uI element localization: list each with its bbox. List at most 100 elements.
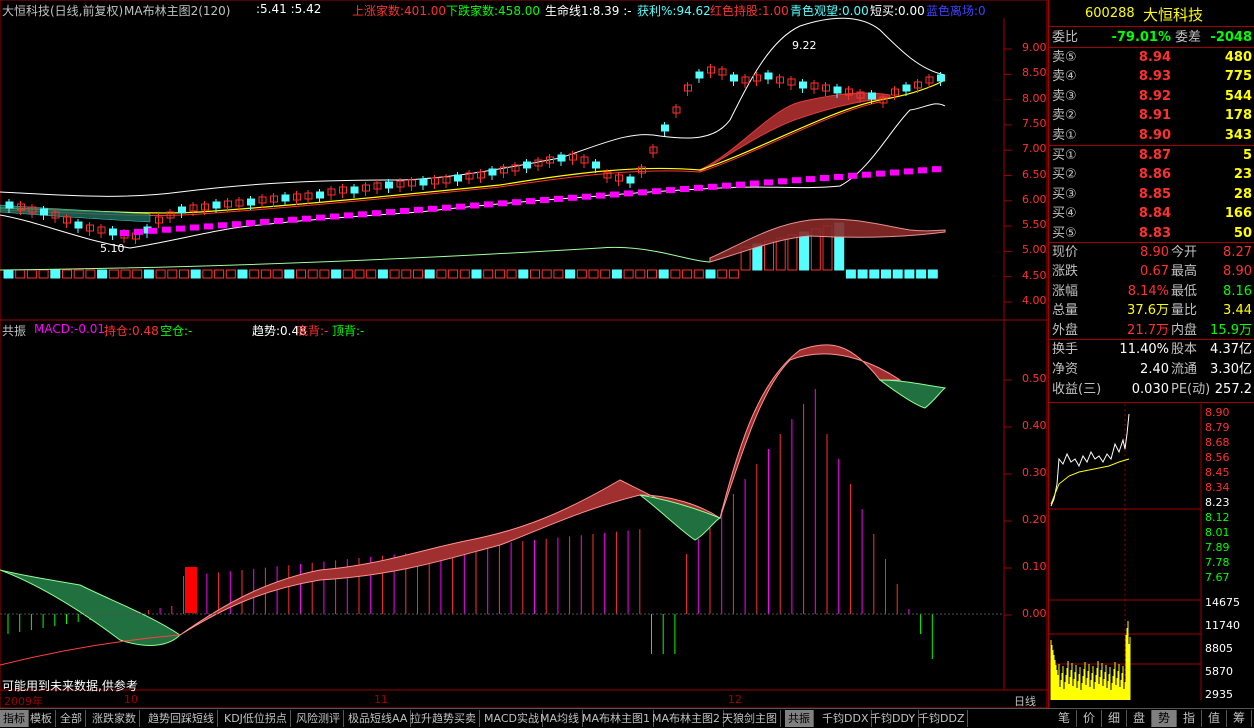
stat-label: 最低	[1171, 283, 1198, 299]
trend-box	[73, 269, 84, 279]
quote-tab[interactable]: 价	[1077, 710, 1102, 727]
stat-label: 涨跌	[1052, 264, 1079, 280]
sell-row[interactable]: 卖① 8.90 343	[1049, 126, 1254, 145]
sell-row[interactable]: 卖⑤ 8.94 480	[1049, 48, 1254, 67]
indicator-tab[interactable]: MA均线	[537, 710, 584, 727]
trend-box	[366, 269, 377, 279]
fund-value: 0.030	[1131, 382, 1169, 397]
sell-row[interactable]: 卖③ 8.92 544	[1049, 87, 1254, 106]
buy-row[interactable]: 买③ 8.85 28	[1049, 185, 1254, 204]
stat-value: 37.6万	[1127, 303, 1169, 319]
buy-row[interactable]: 买② 8.86 23	[1049, 165, 1254, 184]
sub-indicator-name[interactable]: 共振	[2, 322, 26, 339]
support-dot	[442, 204, 451, 211]
indicator-tab[interactable]: 极品短线AA	[345, 710, 412, 727]
quote-tab[interactable]: 细	[1102, 710, 1127, 727]
kline-chart[interactable]	[0, 0, 1048, 708]
sell-price: 8.91	[1138, 108, 1171, 124]
buy-row[interactable]: 买⑤ 8.83 50	[1049, 224, 1254, 243]
trend-box	[108, 269, 119, 279]
candle-body	[385, 181, 393, 189]
indicator-tab[interactable]: 共振	[785, 710, 814, 727]
indicator-tab[interactable]: 天狼剑主图	[719, 710, 781, 727]
indicator-tab[interactable]: MACD实战	[481, 710, 543, 727]
ma-red	[0, 101, 881, 216]
trend-box	[600, 269, 611, 279]
mini-axis-label: 7.67	[1205, 571, 1230, 584]
mini-axis-label: 8.45	[1205, 466, 1230, 479]
buy-row[interactable]: 买④ 8.84 166	[1049, 204, 1254, 223]
candle-body	[626, 176, 635, 184]
trend-box	[471, 269, 482, 279]
indicator-tab[interactable]: MA布林主图2	[649, 710, 725, 727]
quote-tab[interactable]: 筹	[1227, 710, 1252, 727]
support-dot	[876, 170, 885, 177]
indicator-tab[interactable]: 涨跌家数	[89, 710, 140, 727]
quote-tab[interactable]: 值	[1202, 710, 1227, 727]
down-count: 下跌家数:458.00	[446, 4, 541, 18]
indicator-tab[interactable]: 趋势回踩短线	[145, 710, 218, 727]
date-m12: 12	[728, 693, 742, 706]
support-dot	[330, 213, 339, 220]
sell-volume: 544	[1224, 88, 1252, 104]
order-ratio: -79.01%	[1111, 30, 1171, 45]
indicator-name[interactable]: MA布林主图2(120)	[124, 2, 230, 19]
indicator-tab[interactable]: 风险测评	[293, 710, 344, 727]
fund-label: 股本	[1171, 342, 1198, 357]
sell-volume: 480	[1224, 50, 1252, 65]
indicator-tab[interactable]: 模板	[27, 710, 56, 727]
quote-tab[interactable]: 笔	[1052, 710, 1077, 727]
intraday-mini-chart[interactable]	[1049, 404, 1254, 704]
trend-box	[307, 269, 318, 279]
indicator-tab-bar: 指标 模板 全部 涨跌家数 趋势回踩短线 KDJ低位拐点 风险测评 极品短线AA 拉升趋势买卖 M…	[0, 708, 1254, 728]
fund-label: 净资	[1052, 362, 1079, 377]
indicator-tab[interactable]: 千钧DDX	[819, 710, 873, 727]
indicator-tab[interactable]: MA布林主图1	[579, 710, 655, 727]
trend-box	[214, 269, 225, 279]
trend-box	[635, 269, 646, 279]
trend-box	[705, 269, 716, 279]
indicator-tab[interactable]: KDJ低位拐点	[221, 710, 291, 727]
support-dot	[218, 222, 227, 229]
trend-box	[143, 269, 154, 279]
buy-label: 买②	[1052, 167, 1077, 183]
indicator-tab[interactable]: 指标	[0, 710, 29, 727]
quote-panel: 600288 大恒科技 委比 -79.01% 委差 -2048 卖⑤ 8.94 48…	[1048, 0, 1254, 708]
period-label[interactable]: 日线	[1014, 693, 1036, 709]
candle-body	[350, 186, 359, 194]
quote-tab[interactable]: 势	[1152, 710, 1177, 727]
price-axis-label: 9.00	[1022, 41, 1047, 54]
indicator-tab[interactable]: 拉升趋势买卖	[407, 710, 480, 727]
sell-row[interactable]: 卖④ 8.93 775	[1049, 67, 1254, 86]
quote-tab[interactable]: 指	[1177, 710, 1202, 727]
support-dot	[610, 191, 619, 198]
buy-row[interactable]: 买① 8.87 5	[1049, 146, 1254, 165]
ma-yellow	[0, 79, 946, 214]
bottom-div: 底背:-	[296, 324, 329, 338]
support-dot	[722, 182, 731, 189]
sell-price: 8.92	[1138, 88, 1171, 104]
mini-axis-label: 8.90	[1205, 406, 1230, 419]
trend-box	[167, 269, 178, 279]
sell-volume: 775	[1224, 69, 1252, 85]
stat-value: 8.14%	[1127, 283, 1169, 299]
indicator-tab[interactable]: 全部	[57, 710, 86, 727]
support-dot	[400, 208, 409, 214]
support-dot	[596, 192, 605, 199]
indicator-tab[interactable]: 千钧DDY	[867, 710, 920, 727]
mini-axis-label: 8.23	[1205, 496, 1230, 509]
sell-row[interactable]: 卖② 8.91 178	[1049, 106, 1254, 125]
sell-label: 卖①	[1052, 127, 1077, 143]
candle-body	[5, 201, 14, 209]
price-axis-label: 5.50	[1022, 218, 1047, 232]
trend-box	[787, 234, 798, 271]
macd-axis-label: 0.00	[1022, 607, 1047, 620]
ma-cyan-band	[0, 204, 151, 223]
support-dot	[232, 221, 241, 228]
trend-box	[436, 269, 447, 279]
trend-box	[401, 269, 412, 279]
quote-tab[interactable]: 盘	[1127, 710, 1152, 727]
sell-price: 8.90	[1138, 127, 1171, 143]
short-buy: 短买:0.00	[870, 4, 925, 18]
indicator-tab[interactable]: 千钧DDZ	[915, 710, 969, 727]
